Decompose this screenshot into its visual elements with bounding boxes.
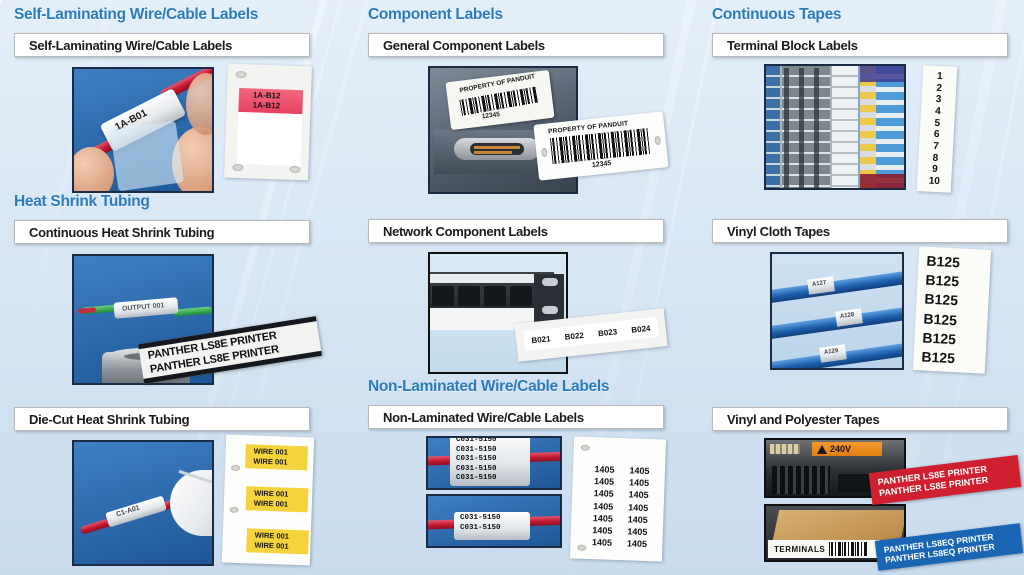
wire-label-text: C031-5150 (456, 474, 497, 482)
bar-vinyl-and-polyester-tapes[interactable]: Vinyl and Polyester Tapes (712, 407, 1008, 431)
wire-label-text: C031-5150 (460, 523, 501, 532)
media-vinyl-cloth: A127 A128 A129 B125 B125 B125 B125 B125 … (712, 246, 1012, 376)
media-general-component: PROPERTY OF PANDUIT 12345 PROPERTY OF PA… (368, 62, 669, 197)
group-title: Component Labels (368, 6, 503, 23)
section-die-cut-heat-shrink: Die-Cut Heat Shrink Tubing C1-A01 WIRE 0… (14, 407, 315, 568)
photo-vinyl-cloth-cables: A127 A128 A129 (770, 252, 904, 370)
strip-label: B125 (924, 290, 959, 309)
strip-number: 7 (933, 140, 940, 153)
group-title: Non-Laminated Wire/Cable Labels (368, 378, 610, 395)
photo-terminal-block (764, 64, 906, 190)
card-line: 1A-B12 (252, 100, 281, 111)
wire-label-text: C031-5150 (456, 464, 497, 473)
media-non-laminated: C031-5150 C031-5150 C031-5150 C031-5150 … (368, 434, 668, 562)
bar-label: Die-Cut Heat Shrink Tubing (29, 411, 190, 427)
section-self-laminating: Self-Laminating Wire/Cable Labels Self-L… (14, 6, 314, 193)
port-label: B021 (530, 333, 551, 345)
card-line: WIRE 001 (254, 488, 289, 499)
card-line: WIRE 001 (253, 456, 288, 467)
asset-label-number: 12345 (481, 111, 501, 121)
card-line: 1A-B12 (252, 90, 281, 101)
product-overview-page: Self-Laminating Wire/Cable Labels Self-L… (0, 0, 1024, 575)
strip-label: B125 (922, 329, 957, 347)
sheet-cell: 1405 (626, 538, 648, 550)
bar-non-laminated-wire-cable-labels[interactable]: Non-Laminated Wire/Cable Labels (368, 405, 664, 429)
photo-die-cut-heat-shrink: C1-A01 (72, 440, 214, 566)
strip-label: B125 (923, 310, 958, 328)
photo-non-laminated-top: C031-5150 C031-5150 C031-5150 C031-5150 … (426, 436, 562, 490)
strip-number: 2 (936, 82, 943, 94)
bar-label: Non-Laminated Wire/Cable Labels (383, 409, 584, 425)
bar-label: General Component Labels (383, 37, 545, 53)
strip-label: B125 (921, 348, 956, 367)
bar-label: Terminal Block Labels (727, 37, 858, 53)
bar-die-cut-heat-shrink-tubing[interactable]: Die-Cut Heat Shrink Tubing (14, 407, 310, 431)
bar-continuous-heat-shrink-tubing[interactable]: Continuous Heat Shrink Tubing (14, 220, 310, 244)
warning-label: 240V (812, 442, 882, 456)
media-vinyl-polyester: 240V TERMINALS PANTHER LS8E PRINTER PANT (712, 436, 1024, 571)
strip-label: B125 (925, 271, 960, 290)
media-self-laminating: 1A-B01 1A-B12 1A-B12 (14, 61, 314, 193)
strip-number: 8 (932, 152, 939, 164)
warning-label-text: 240V (830, 444, 852, 454)
wire-label-text: C031-5150 (460, 514, 501, 522)
card-line: WIRE 001 (253, 446, 289, 457)
strip-terminal-numbers: 1 2 3 4 5 6 7 8 9 10 (916, 65, 958, 193)
bar-label: Vinyl and Polyester Tapes (727, 411, 880, 427)
bar-general-component-labels[interactable]: General Component Labels (368, 33, 664, 57)
strip-number: 5 (934, 117, 941, 129)
section-vinyl-polyester-tapes: Vinyl and Polyester Tapes 240V TERMINALS… (712, 407, 1024, 571)
card-self-laminating-label: 1A-B12 1A-B12 (224, 63, 312, 181)
card-non-laminated-sheet: 1405 1405 1405 1405 1405 1405 1405 1405 … (569, 436, 667, 562)
barcode-icon (829, 542, 868, 556)
wire-label-text: C031-5150 (456, 445, 497, 454)
bar-network-component-labels[interactable]: Network Component Labels (368, 219, 664, 243)
section-component-labels: Component Labels General Component Label… (368, 6, 669, 197)
strip-number: 3 (935, 94, 942, 106)
sheet-cell: 1405 (591, 537, 613, 549)
warning-triangle-icon (817, 444, 827, 454)
strip-number: 1 (936, 70, 943, 83)
media-network-component: B021 B022 B023 B024 (368, 248, 668, 376)
bar-label: Vinyl Cloth Tapes (727, 223, 830, 239)
strip-number: 9 (931, 164, 938, 176)
wire-label-text: C031-5150 (456, 455, 497, 463)
section-heat-shrink-tubing: Heat Shrink Tubing Continuous Heat Shrin… (14, 193, 323, 388)
section-network-component-labels: Network Component Labels B021 B022 B023 … (368, 219, 668, 376)
card-line: WIRE 001 (254, 530, 290, 541)
strip-label: B125 (926, 252, 961, 271)
carton-label-text: TERMINALS (774, 544, 826, 554)
card-die-cut-sheet: WIRE 001 WIRE 001 WIRE 001 WIRE 001 WIRE… (221, 434, 315, 566)
bar-label: Continuous Heat Shrink Tubing (29, 224, 215, 240)
section-non-laminated: Non-Laminated Wire/Cable Labels Non-Lami… (368, 378, 668, 562)
media-terminal-block: 1 2 3 4 5 6 7 8 9 10 (712, 62, 1012, 194)
bar-vinyl-cloth-tapes[interactable]: Vinyl Cloth Tapes (712, 219, 1008, 243)
photo-self-laminating-wire: 1A-B01 (72, 67, 214, 193)
group-title: Heat Shrink Tubing (14, 193, 150, 210)
strip-number: 4 (934, 105, 941, 118)
section-vinyl-cloth-tapes: Vinyl Cloth Tapes A127 A128 A129 B125 B1… (712, 219, 1012, 376)
photo-non-laminated-bottom: C031-5150 C031-5150 (426, 494, 562, 548)
strip-number: 10 (928, 175, 941, 188)
section-continuous-tapes: Continuous Tapes Terminal Block Labels 1… (712, 6, 1012, 194)
asset-label-number: 12345 (591, 160, 612, 170)
card-line: WIRE 001 (253, 498, 289, 509)
strip-vinyl-cloth-labels: B125 B125 B125 B125 B125 B125 (912, 246, 992, 374)
media-heat-shrink: OUTPUT 001 PANTHER LS8E PRINTER PANTHER … (14, 248, 323, 388)
bar-label: Self-Laminating Wire/Cable Labels (29, 37, 233, 53)
bar-label: Network Component Labels (383, 223, 548, 239)
card-asset-label: PROPERTY OF PANDUIT 12345 (533, 111, 669, 181)
bar-terminal-block-labels[interactable]: Terminal Block Labels (712, 33, 1008, 57)
group-title: Continuous Tapes (712, 6, 842, 23)
port-label: B023 (597, 326, 618, 338)
port-label: B022 (564, 330, 585, 342)
strip-number: 6 (933, 129, 940, 141)
media-die-cut: C1-A01 WIRE 001 WIRE 001 WIRE 001 WIRE 0… (14, 434, 315, 568)
group-title: Self-Laminating Wire/Cable Labels (14, 6, 259, 23)
bar-self-laminating-wire-cable-labels[interactable]: Self-Laminating Wire/Cable Labels (14, 33, 310, 57)
card-line: WIRE 001 (254, 540, 289, 551)
wire-label-text: C031-5150 (456, 436, 497, 444)
port-label: B024 (630, 323, 651, 335)
